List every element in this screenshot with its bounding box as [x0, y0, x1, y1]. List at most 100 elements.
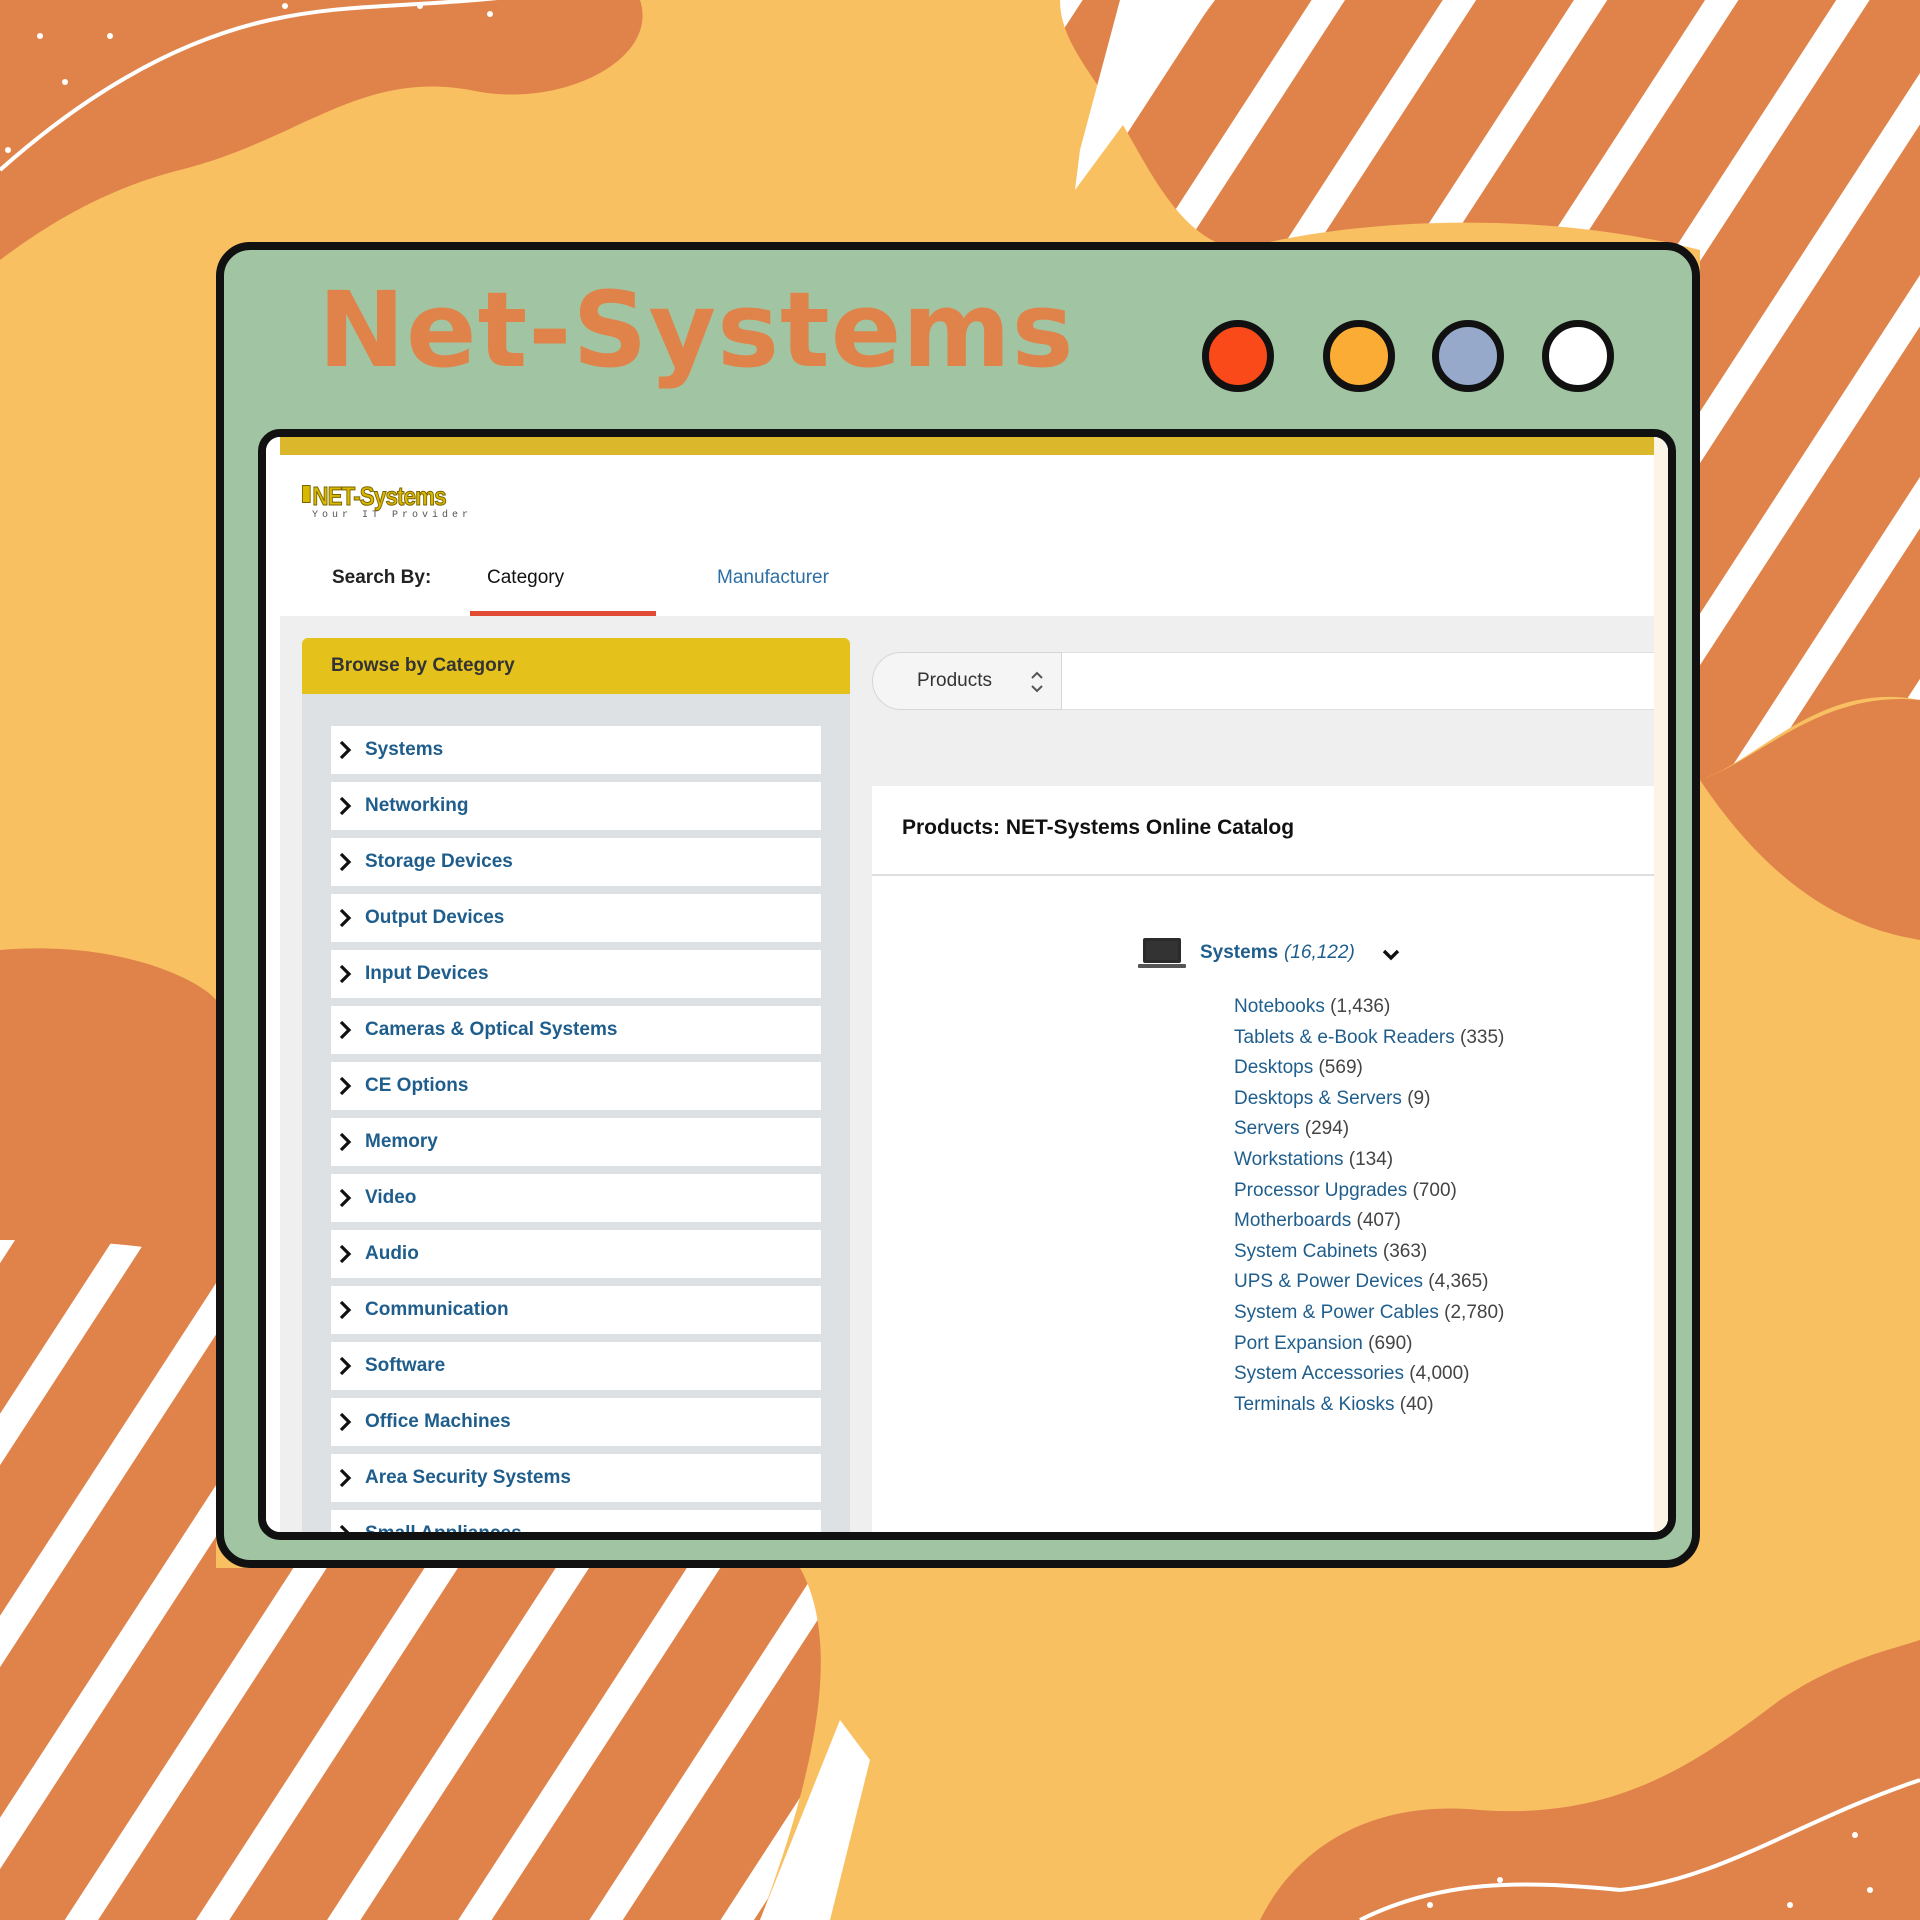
sidebar-item-networking[interactable]: Networking — [331, 782, 821, 830]
list-item: Port Expansion (690) — [1234, 1329, 1504, 1360]
sidebar-item-label: Area Security Systems — [365, 1467, 571, 1488]
sidebar-item-memory[interactable]: Memory — [331, 1118, 821, 1166]
search-scope-select[interactable]: Products — [872, 652, 1062, 710]
list-item: Notebooks (1,436) — [1234, 992, 1504, 1023]
catalog-title: Products: NET-Systems Online Catalog — [902, 816, 1295, 839]
category-sidebar: Browse by Category Systems Networking St… — [302, 638, 850, 1532]
chevron-right-icon — [339, 1412, 352, 1432]
laptop-icon — [1138, 938, 1186, 968]
sidebar-item-label: Office Machines — [365, 1411, 511, 1432]
select-updown-icon — [1031, 671, 1043, 693]
chevron-right-icon — [339, 796, 352, 816]
sidebar-item-label: Output Devices — [365, 907, 505, 928]
site-logo[interactable]: NET-Systems Your IT Provider — [302, 481, 472, 521]
chevron-right-icon — [339, 1132, 352, 1152]
sidebar-item-video[interactable]: Video — [331, 1174, 821, 1222]
sidebar-item-label: Networking — [365, 795, 469, 816]
chevron-down-icon[interactable] — [1380, 946, 1402, 964]
chevron-right-icon — [339, 740, 352, 760]
extra-dot-button[interactable] — [1542, 320, 1614, 392]
subcategory-link[interactable]: Desktops — [1234, 1057, 1313, 1078]
tab-manufacturer[interactable]: Manufacturer — [717, 567, 829, 589]
search-scope-value: Products — [917, 670, 992, 691]
subcategory-count: (294) — [1304, 1118, 1350, 1140]
chevron-right-icon — [339, 1188, 352, 1208]
subcategory-count: (690) — [1368, 1332, 1413, 1354]
sidebar-header: Browse by Category — [302, 638, 850, 694]
subcategory-count: (407) — [1356, 1210, 1401, 1232]
tab-category[interactable]: Category — [487, 567, 564, 589]
subcategory-link[interactable]: Workstations — [1234, 1149, 1343, 1170]
sidebar-item-small-appliances[interactable]: Small Appliances — [331, 1510, 821, 1532]
list-item: Desktops & Servers (9) — [1234, 1084, 1504, 1115]
subcategory-link[interactable]: Port Expansion — [1234, 1333, 1363, 1354]
subcategory-link[interactable]: Desktops & Servers — [1234, 1088, 1402, 1109]
subcategory-count: (134) — [1348, 1148, 1394, 1170]
subcategory-link[interactable]: Motherboards — [1234, 1210, 1351, 1231]
sidebar-item-label: Input Devices — [365, 963, 489, 984]
page-edge — [1654, 437, 1668, 1532]
sidebar-item-ce-options[interactable]: CE Options — [331, 1062, 821, 1110]
list-item: Terminals & Kiosks (40) — [1234, 1390, 1504, 1421]
subcategory-count: (2,780) — [1444, 1301, 1505, 1323]
sidebar-item-input-devices[interactable]: Input Devices — [331, 950, 821, 998]
sidebar-item-label: Systems — [365, 739, 444, 760]
subcategory-count: (4,365) — [1428, 1271, 1489, 1293]
subcategory-link[interactable]: Processor Upgrades — [1234, 1180, 1407, 1201]
list-item: System Accessories (4,000) — [1234, 1359, 1504, 1390]
list-item: Servers (294) — [1234, 1114, 1504, 1145]
logo-plug-icon — [302, 485, 311, 503]
search-input[interactable] — [1062, 652, 1654, 710]
chevron-right-icon — [339, 852, 352, 872]
sidebar-item-audio[interactable]: Audio — [331, 1230, 821, 1278]
list-item: Workstations (134) — [1234, 1145, 1504, 1176]
list-item: Desktops (569) — [1234, 1053, 1504, 1084]
sidebar-item-area-security[interactable]: Area Security Systems — [331, 1454, 821, 1502]
subcategory-link[interactable]: System Accessories — [1234, 1363, 1404, 1384]
divider — [872, 874, 1654, 876]
sidebar-item-label: Cameras & Optical Systems — [365, 1019, 618, 1040]
chevron-right-icon — [339, 1468, 352, 1488]
subcategory-link[interactable]: Tablets & e-Book Readers — [1234, 1027, 1455, 1048]
sidebar-item-label: Software — [365, 1355, 446, 1376]
subcategory-count: (9) — [1407, 1087, 1431, 1109]
accent-bar — [280, 437, 1654, 455]
subcategory-count: (363) — [1382, 1240, 1428, 1262]
subcategory-count: (335) — [1460, 1026, 1505, 1048]
subcategory-link[interactable]: Servers — [1234, 1118, 1299, 1139]
subcategory-count: (569) — [1318, 1057, 1363, 1079]
category-group-count: (16,122) — [1284, 942, 1355, 963]
subcategory-link[interactable]: Terminals & Kiosks — [1234, 1394, 1395, 1415]
chevron-right-icon — [339, 1300, 352, 1320]
subcategory-link[interactable]: Notebooks — [1234, 996, 1325, 1017]
list-item: Motherboards (407) — [1234, 1206, 1504, 1237]
subcategory-link[interactable]: System Cabinets — [1234, 1241, 1378, 1262]
sidebar-item-systems[interactable]: Systems — [331, 726, 821, 774]
close-dot-button[interactable] — [1202, 320, 1274, 392]
sidebar-item-storage-devices[interactable]: Storage Devices — [331, 838, 821, 886]
sidebar-item-communication[interactable]: Communication — [331, 1286, 821, 1334]
sidebar-item-office-machines[interactable]: Office Machines — [331, 1398, 821, 1446]
subcategory-count: (4,000) — [1409, 1363, 1470, 1385]
list-item: Tablets & e-Book Readers (335) — [1234, 1023, 1504, 1054]
category-group-systems-link[interactable]: Systems — [1200, 942, 1278, 964]
maximize-dot-button[interactable] — [1432, 320, 1504, 392]
main-content: Browse by Category Systems Networking St… — [280, 616, 1654, 1532]
sidebar-item-cameras-optical[interactable]: Cameras & Optical Systems — [331, 1006, 821, 1054]
webpage: NET-Systems Your IT Provider Search By: … — [266, 437, 1668, 1532]
chevron-right-icon — [339, 1356, 352, 1376]
minimize-dot-button[interactable] — [1323, 320, 1395, 392]
chevron-right-icon — [339, 1076, 352, 1096]
list-item: UPS & Power Devices (4,365) — [1234, 1267, 1504, 1298]
search-by-label: Search By: — [332, 567, 432, 588]
sidebar-item-software[interactable]: Software — [331, 1342, 821, 1390]
category-list: Systems Networking Storage Devices Outpu… — [331, 726, 821, 1532]
browser-viewport: NET-Systems Your IT Provider Search By: … — [258, 429, 1676, 1540]
chevron-right-icon — [339, 908, 352, 928]
sidebar-item-output-devices[interactable]: Output Devices — [331, 894, 821, 942]
logo-text: NET-Systems — [312, 481, 447, 512]
subcategory-link[interactable]: UPS & Power Devices — [1234, 1271, 1423, 1292]
chevron-right-icon — [339, 1524, 350, 1532]
chevron-right-icon — [339, 964, 352, 984]
subcategory-link[interactable]: System & Power Cables — [1234, 1302, 1439, 1323]
